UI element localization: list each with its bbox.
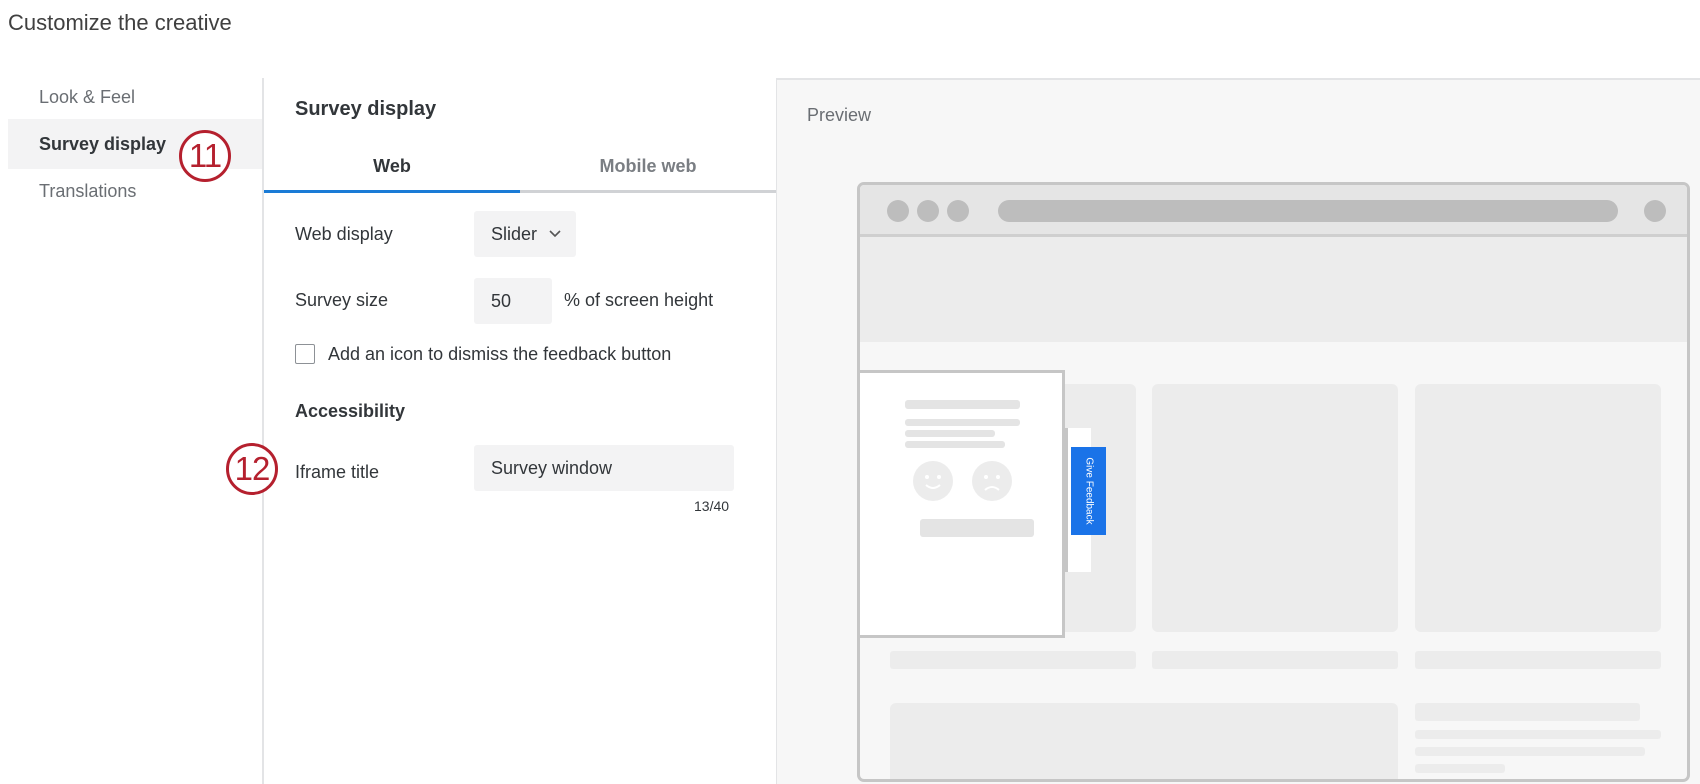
browser-toolbar: [860, 185, 1687, 237]
browser-mockup: Give Feedback: [857, 182, 1690, 782]
preview-pane: Preview Give Feedback: [776, 78, 1700, 784]
iframe-title-label: Iframe title: [295, 462, 380, 482]
tab-mobile-web[interactable]: Mobile web: [520, 142, 776, 190]
survey-placeholder-button: [920, 519, 1034, 537]
placeholder-card: [1152, 384, 1398, 632]
settings-panel: Survey display Web Mobile web Web displa…: [264, 78, 776, 784]
placeholder-line: [1415, 703, 1640, 721]
character-counter: 13/40: [694, 498, 730, 514]
web-display-value: Slider: [491, 224, 538, 244]
placeholder-line: [1152, 651, 1398, 669]
survey-placeholder-line: [905, 400, 1020, 409]
iframe-title-input[interactable]: [474, 445, 734, 491]
smiley-face-icon: [913, 461, 953, 501]
tab-bar: Web Mobile web: [264, 142, 776, 193]
browser-menu-dot-icon: [1644, 200, 1666, 222]
window-dot-icon: [947, 200, 969, 222]
placeholder-card: [1415, 384, 1661, 632]
placeholder-line: [1415, 651, 1661, 669]
placeholder-block: [890, 703, 1398, 779]
placeholder-line: [1415, 747, 1645, 756]
survey-size-suffix: % of screen height: [564, 290, 714, 310]
preview-label: Preview: [807, 105, 872, 125]
placeholder-banner: [860, 237, 1687, 342]
address-bar: [998, 200, 1618, 222]
sidebar: Look & Feel Survey display Translations: [0, 78, 264, 784]
page-title: Customize the creative: [8, 10, 232, 35]
give-feedback-button[interactable]: Give Feedback: [1071, 447, 1106, 535]
callout-badge-11: 11: [179, 130, 231, 182]
web-display-select[interactable]: Slider: [474, 211, 576, 257]
give-feedback-label: Give Feedback: [1083, 457, 1094, 525]
survey-size-label: Survey size: [295, 290, 389, 310]
chevron-down-icon: [548, 211, 562, 275]
web-display-label: Web display: [295, 224, 393, 244]
sidebar-item-look-and-feel[interactable]: Look & Feel: [8, 72, 262, 122]
panel-title: Survey display: [295, 98, 437, 120]
frowning-face-icon: [972, 461, 1012, 501]
dismiss-icon-label: Add an icon to dismiss the feedback butt…: [328, 344, 672, 364]
window-dot-icon: [887, 200, 909, 222]
placeholder-line: [890, 651, 1136, 669]
placeholder-line: [1415, 764, 1505, 773]
slider-survey-panel: [860, 370, 1065, 638]
survey-placeholder-line: [905, 419, 1020, 426]
survey-placeholder-line: [905, 441, 1005, 448]
placeholder-line: [1415, 730, 1661, 739]
survey-placeholder-line: [905, 430, 995, 437]
dismiss-icon-checkbox[interactable]: [295, 344, 315, 364]
window-dot-icon: [917, 200, 939, 222]
tab-web[interactable]: Web: [264, 142, 520, 193]
accessibility-heading: Accessibility: [295, 401, 406, 421]
survey-size-input[interactable]: [474, 278, 552, 324]
